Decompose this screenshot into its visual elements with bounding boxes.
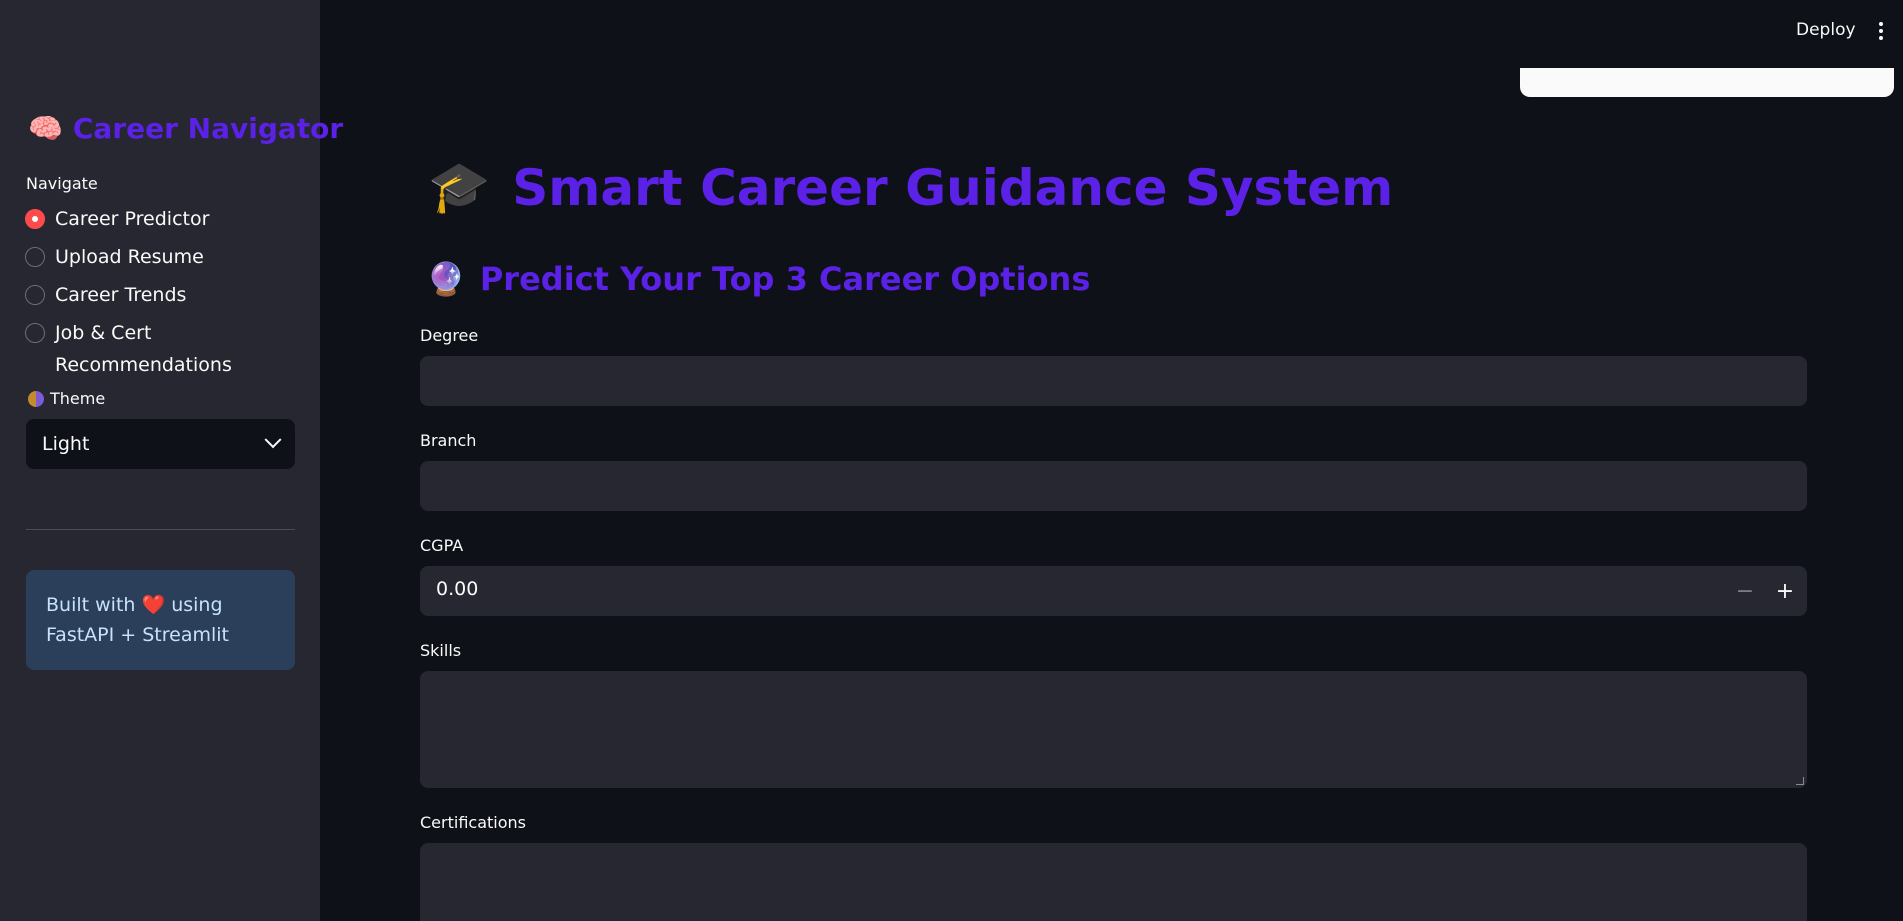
page-title-text: Smart Career Guidance System [512, 158, 1394, 217]
section-heading: 🔮 Predict Your Top 3 Career Options [426, 260, 1090, 298]
theme-label-text: Theme [50, 389, 106, 408]
certifications-label: Certifications [420, 813, 526, 832]
nav-option-label: Career Predictor [55, 208, 210, 230]
navigation-radio-group: Career Predictor Upload Resume Career Tr… [25, 208, 255, 392]
info-text: Built with [46, 594, 136, 616]
graduation-cap-icon: 🎓 [428, 158, 491, 216]
brand-title: Career Navigator [72, 112, 344, 145]
increment-button[interactable]: + [1765, 566, 1805, 616]
nav-option-label: Job & Cert Recommendations [55, 322, 232, 376]
degree-label: Degree [420, 326, 479, 345]
heart-icon: ❤️ [141, 594, 166, 616]
menu-dot [1879, 36, 1883, 40]
section-heading-text: Predict Your Top 3 Career Options [479, 260, 1091, 298]
page-title: 🎓 Smart Career Guidance System [428, 158, 1393, 217]
cgpa-number-input[interactable]: 0.00 − + [420, 566, 1807, 616]
radio-unselected-icon[interactable] [25, 323, 45, 343]
certifications-textarea[interactable] [420, 843, 1807, 921]
theme-select[interactable]: Light [26, 419, 295, 469]
branch-label: Branch [420, 431, 477, 450]
resize-handle-icon[interactable] [1796, 777, 1804, 785]
crystal-ball-icon: 🔮 [426, 260, 466, 298]
cgpa-value[interactable]: 0.00 [436, 578, 478, 600]
sidebar: 🧠 Career Navigator Navigate Career Predi… [0, 0, 343, 921]
info-box: Built with ❤️ using FastAPI + Streamlit [26, 570, 295, 670]
menu-dot [1879, 29, 1883, 33]
nav-option-career-trends[interactable]: Career Trends [25, 284, 255, 311]
menu-dot [1879, 22, 1883, 26]
nav-option-job-cert-recommendations[interactable]: Job & Cert Recommendations [25, 322, 255, 381]
toast-panel [1520, 68, 1894, 97]
theme-select-value: Light [42, 433, 90, 455]
radio-unselected-icon[interactable] [25, 285, 45, 305]
theme-label: Theme [28, 389, 105, 408]
branch-input[interactable] [420, 461, 1807, 511]
deploy-button[interactable]: Deploy [1796, 20, 1856, 40]
skills-textarea[interactable] [420, 671, 1807, 788]
skills-label: Skills [420, 641, 462, 660]
sidebar-divider [26, 529, 295, 530]
chevron-down-icon[interactable] [264, 431, 282, 449]
navigate-label: Navigate [26, 174, 98, 193]
degree-input[interactable] [420, 356, 1807, 406]
sidebar-brand: 🧠 Career Navigator [28, 112, 343, 145]
radio-selected-icon[interactable] [25, 209, 45, 229]
nav-option-label: Upload Resume [55, 246, 204, 268]
main-menu-icon[interactable] [1874, 20, 1888, 42]
decrement-button[interactable]: − [1725, 566, 1765, 616]
cgpa-label: CGPA [420, 536, 464, 555]
brain-icon: 🧠 [28, 112, 63, 145]
nav-option-career-predictor[interactable]: Career Predictor [25, 208, 255, 235]
nav-option-label: Career Trends [55, 284, 187, 306]
half-moon-icon [28, 390, 44, 407]
radio-unselected-icon[interactable] [25, 247, 45, 267]
nav-option-upload-resume[interactable]: Upload Resume [25, 246, 255, 273]
